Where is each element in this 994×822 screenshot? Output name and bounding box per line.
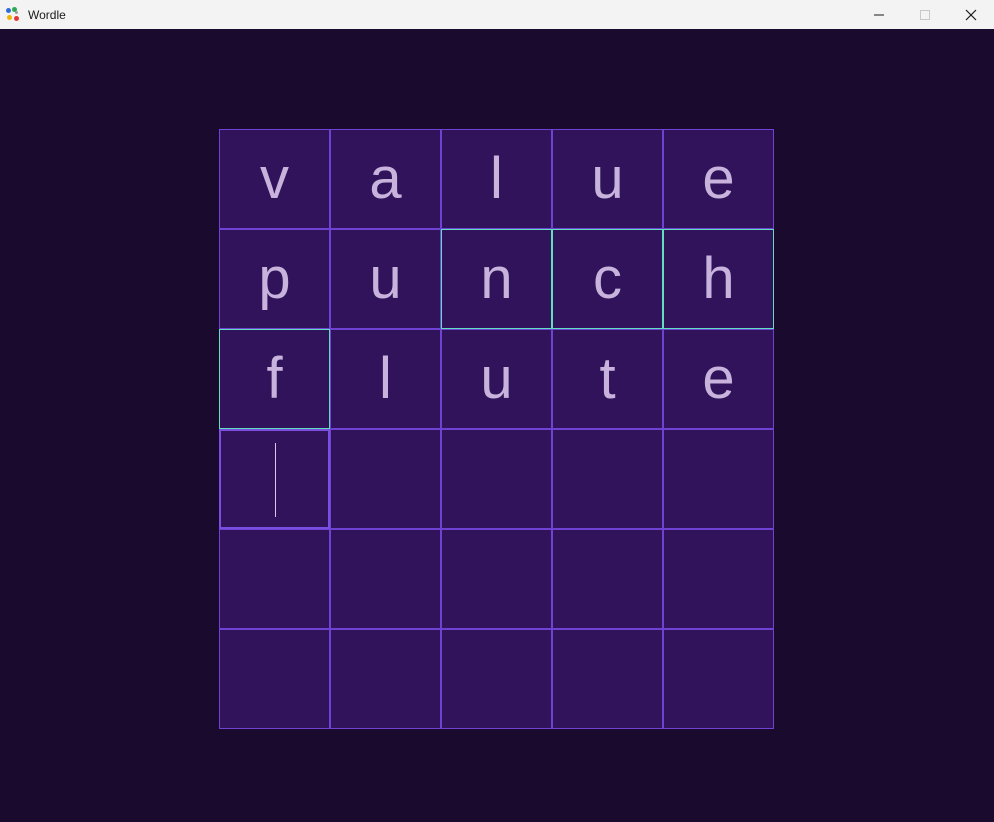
letter-tile: u [330,229,441,329]
letter-tile [219,529,330,629]
close-icon [965,9,977,20]
letter-tile: a [330,129,441,229]
letter-tile: t [552,329,663,429]
letter-tile: p [219,229,330,329]
letter-tile: l [330,329,441,429]
letter-tile: f [219,329,330,429]
letter-tile: l [441,129,552,229]
letter-tile [330,629,441,729]
app-icon [6,6,22,23]
letter-tile [330,429,441,529]
letter-tile [663,629,774,729]
minimize-button[interactable] [856,0,902,29]
letter-tile [441,429,552,529]
minimize-icon [874,14,884,15]
window-controls [856,0,994,29]
letter-tile: e [663,329,774,429]
text-caret [275,443,276,517]
letter-tile: c [552,229,663,329]
close-button[interactable] [948,0,994,29]
game-area: valuepunchflute [0,29,994,822]
letter-tile [219,629,330,729]
letter-tile: u [552,129,663,229]
letter-tile [441,629,552,729]
title-bar[interactable]: Wordle [0,0,994,29]
letter-tile [663,429,774,529]
letter-tile [441,529,552,629]
maximize-button[interactable] [902,0,948,29]
letter-tile[interactable] [219,429,330,529]
letter-tile: v [219,129,330,229]
letter-tile: e [663,129,774,229]
letter-tile [663,529,774,629]
letter-tile: n [441,229,552,329]
letter-tile: u [441,329,552,429]
letter-tile [552,629,663,729]
window-title: Wordle [28,7,66,22]
maximize-icon [920,9,930,20]
letter-tile [552,529,663,629]
letter-tile [330,529,441,629]
letter-tile: h [663,229,774,329]
letter-tile [552,429,663,529]
